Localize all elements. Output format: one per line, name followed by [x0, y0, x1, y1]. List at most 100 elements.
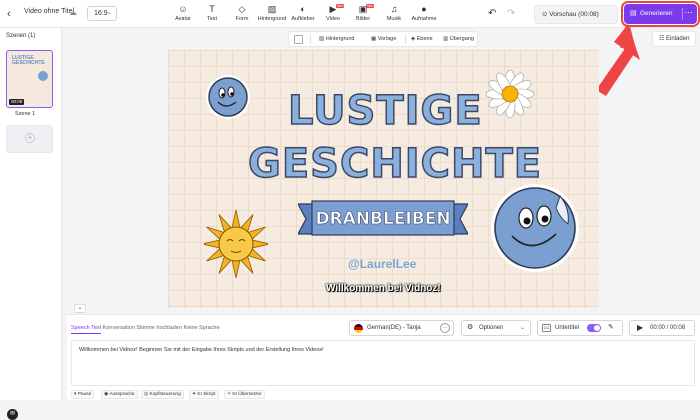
- ctx-label: Vorlage: [377, 36, 397, 42]
- ctx-template[interactable]: ▦ Vorlage: [371, 32, 396, 46]
- tool-sticker[interactable]: ◐ Aufkleber: [286, 3, 320, 25]
- title-line-1[interactable]: LUSTIGE: [287, 87, 483, 135]
- invite-button[interactable]: ☷ Einladen: [652, 31, 696, 47]
- users-icon: ☷: [659, 36, 667, 42]
- scene-label: Szene 1: [15, 111, 36, 117]
- tool-label: Hintergrund: [257, 16, 287, 22]
- tool-label: Musik: [386, 16, 402, 22]
- ctx-background[interactable]: ▨ Hintergrund: [319, 32, 354, 46]
- more-icon[interactable]: ⋯: [682, 8, 694, 20]
- canvas-context-toolbar: ▨ Hintergrund ▦ Vorlage ◈ Ebene ▥ Überga…: [288, 31, 478, 47]
- tool-text[interactable]: T Text: [195, 3, 229, 25]
- ctx-label: Ebene: [416, 36, 433, 42]
- shape-icon: ◇: [238, 4, 246, 14]
- tool-music[interactable]: ♫ Musik: [377, 3, 411, 25]
- voice-select[interactable]: German(DE) - Tanja ⋯: [349, 320, 454, 336]
- background-icon: ▨: [267, 4, 277, 14]
- tool-label: Aufnahme: [411, 16, 437, 22]
- music-icon: ♫: [390, 4, 398, 14]
- tab-speech-text[interactable]: Speech Text: [71, 325, 102, 334]
- pen-icon[interactable]: ✎: [608, 321, 614, 335]
- undo-icon[interactable]: ↶: [488, 8, 496, 20]
- options-label: Optionen: [479, 325, 504, 331]
- tab-conversation[interactable]: Konversation: [103, 325, 135, 331]
- voice-more-icon[interactable]: ⋯: [440, 323, 450, 333]
- sliders-icon: ⚙: [467, 324, 474, 331]
- tool-video[interactable]: ▶ Neu Video: [316, 3, 350, 25]
- preview-label: Vorschau (00:08): [549, 11, 599, 18]
- redo-icon[interactable]: ↷: [507, 8, 515, 20]
- tab-no-language[interactable]: Keine Sprache: [183, 325, 219, 331]
- generate-icon: ▤: [630, 10, 637, 17]
- script-textarea[interactable]: Willkommen bei Vidnoz! Beginnen Sie mit …: [71, 340, 695, 386]
- banner-text: DRANBLEIBEN: [315, 209, 451, 230]
- smiley-sticker-small[interactable]: [204, 72, 252, 122]
- options-select[interactable]: ⚙ Optionen ⌄: [461, 320, 531, 336]
- tool-images[interactable]: ▣ Neu Bilder: [346, 3, 380, 25]
- script-tabs: Speech Text Konversation Stimme hochlade…: [71, 325, 220, 334]
- handle-text[interactable]: @LaurelLee: [348, 257, 416, 271]
- scenes-panel: Szenen (1) LUSTIGE GESCHICHTE 00:08 Szen…: [0, 28, 62, 420]
- color-swatch[interactable]: [294, 35, 303, 44]
- generate-label: Generieren: [640, 10, 673, 17]
- generate-button[interactable]: ▤ Generieren ⋯: [621, 1, 700, 27]
- collapse-chevron-icon[interactable]: ⌄: [74, 304, 86, 313]
- scene-thumbnail[interactable]: LUSTIGE GESCHICHTE 00:08: [6, 50, 53, 108]
- aspect-ratio-select[interactable]: 16:9 ⌄: [87, 6, 117, 21]
- ctx-layer[interactable]: ◈ Ebene: [411, 32, 433, 46]
- subtitle-toggle[interactable]: [587, 324, 601, 332]
- chip-head-control[interactable]: ◎ Kopfsteuerung: [141, 390, 184, 399]
- chip-ai-translator[interactable]: ✧ KI Übersetzer: [224, 390, 265, 399]
- chevron-down-icon: ⌄: [106, 10, 112, 16]
- chip-label: KI Skript: [197, 392, 216, 397]
- subtitle-label: Untertitel: [555, 325, 580, 331]
- ribbon-banner[interactable]: DRANBLEIBEN: [297, 200, 469, 238]
- chip-label: Pause: [77, 392, 92, 397]
- tool-label: Bilder: [355, 16, 371, 22]
- sticker-icon: ◐: [300, 4, 306, 14]
- ctx-label: Übergang: [449, 36, 474, 42]
- thumb-ball: [38, 71, 48, 81]
- chat-icon[interactable]: ✉: [7, 409, 18, 420]
- play-control[interactable]: ▶ 00:00 / 00:08: [629, 320, 695, 336]
- invite-label: Einladen: [666, 36, 690, 42]
- ctx-label: Hintergrund: [325, 36, 355, 42]
- image-icon: ▣: [358, 4, 368, 14]
- text-icon: T: [209, 4, 215, 14]
- play-icon: ▶: [637, 323, 644, 332]
- scene-canvas[interactable]: LUSTIGE GESCHICHTE DRANBLEIBEN @LaurelLe…: [168, 50, 599, 308]
- chip-pause[interactable]: ⏸ Pause: [71, 390, 95, 399]
- video-icon: ▶: [329, 4, 337, 14]
- new-badge: Neu: [366, 4, 375, 8]
- add-scene-button[interactable]: +: [6, 125, 53, 153]
- tool-label: Aufkleber: [291, 16, 315, 22]
- preview-button[interactable]: ⊙ Vorschau (00:08) ⓘ: [534, 5, 629, 24]
- tool-background[interactable]: ▨ Hintergrund: [255, 3, 289, 25]
- chip-ai-script[interactable]: ✦ KI Skript: [189, 390, 219, 399]
- back-icon[interactable]: ‹: [7, 7, 19, 21]
- flag-de-icon: [354, 324, 363, 333]
- tool-label: Text: [206, 16, 218, 22]
- daisy-sticker[interactable]: [484, 68, 536, 120]
- time-readout: 00:00 / 00:08: [650, 325, 686, 331]
- tool-shape[interactable]: ◇ Form: [225, 3, 259, 25]
- chip-label: KI Übersetzer: [232, 392, 262, 397]
- new-badge: Neu: [336, 4, 345, 8]
- project-title[interactable]: Video ohne Titel: [24, 8, 74, 15]
- subtitle-text[interactable]: Willkommen bei Vidnoz!: [326, 283, 441, 294]
- sun-sticker[interactable]: [204, 204, 268, 296]
- chip-pronunciation[interactable]: ◉ Aussprache: [101, 390, 138, 399]
- tab-upload-voice[interactable]: Stimme hochladen: [136, 325, 182, 331]
- chip-label: Kopfsteuerung: [149, 392, 181, 397]
- smiley-sticker-large[interactable]: [490, 178, 580, 276]
- subtitle-control: CC Untertitel ✎: [537, 320, 623, 336]
- chevron-down-icon: ⌄: [519, 325, 525, 331]
- chip-label: Aussprache: [109, 392, 135, 397]
- tool-label: Form: [235, 16, 249, 22]
- tool-record[interactable]: ● Aufnahme: [407, 3, 441, 25]
- cloud-icon: ☁: [69, 8, 77, 17]
- ctx-transition[interactable]: ▥ Übergang: [443, 32, 474, 46]
- record-icon: ●: [421, 4, 427, 14]
- scenes-title: Szenen (1): [6, 33, 36, 39]
- plus-icon: +: [25, 133, 35, 143]
